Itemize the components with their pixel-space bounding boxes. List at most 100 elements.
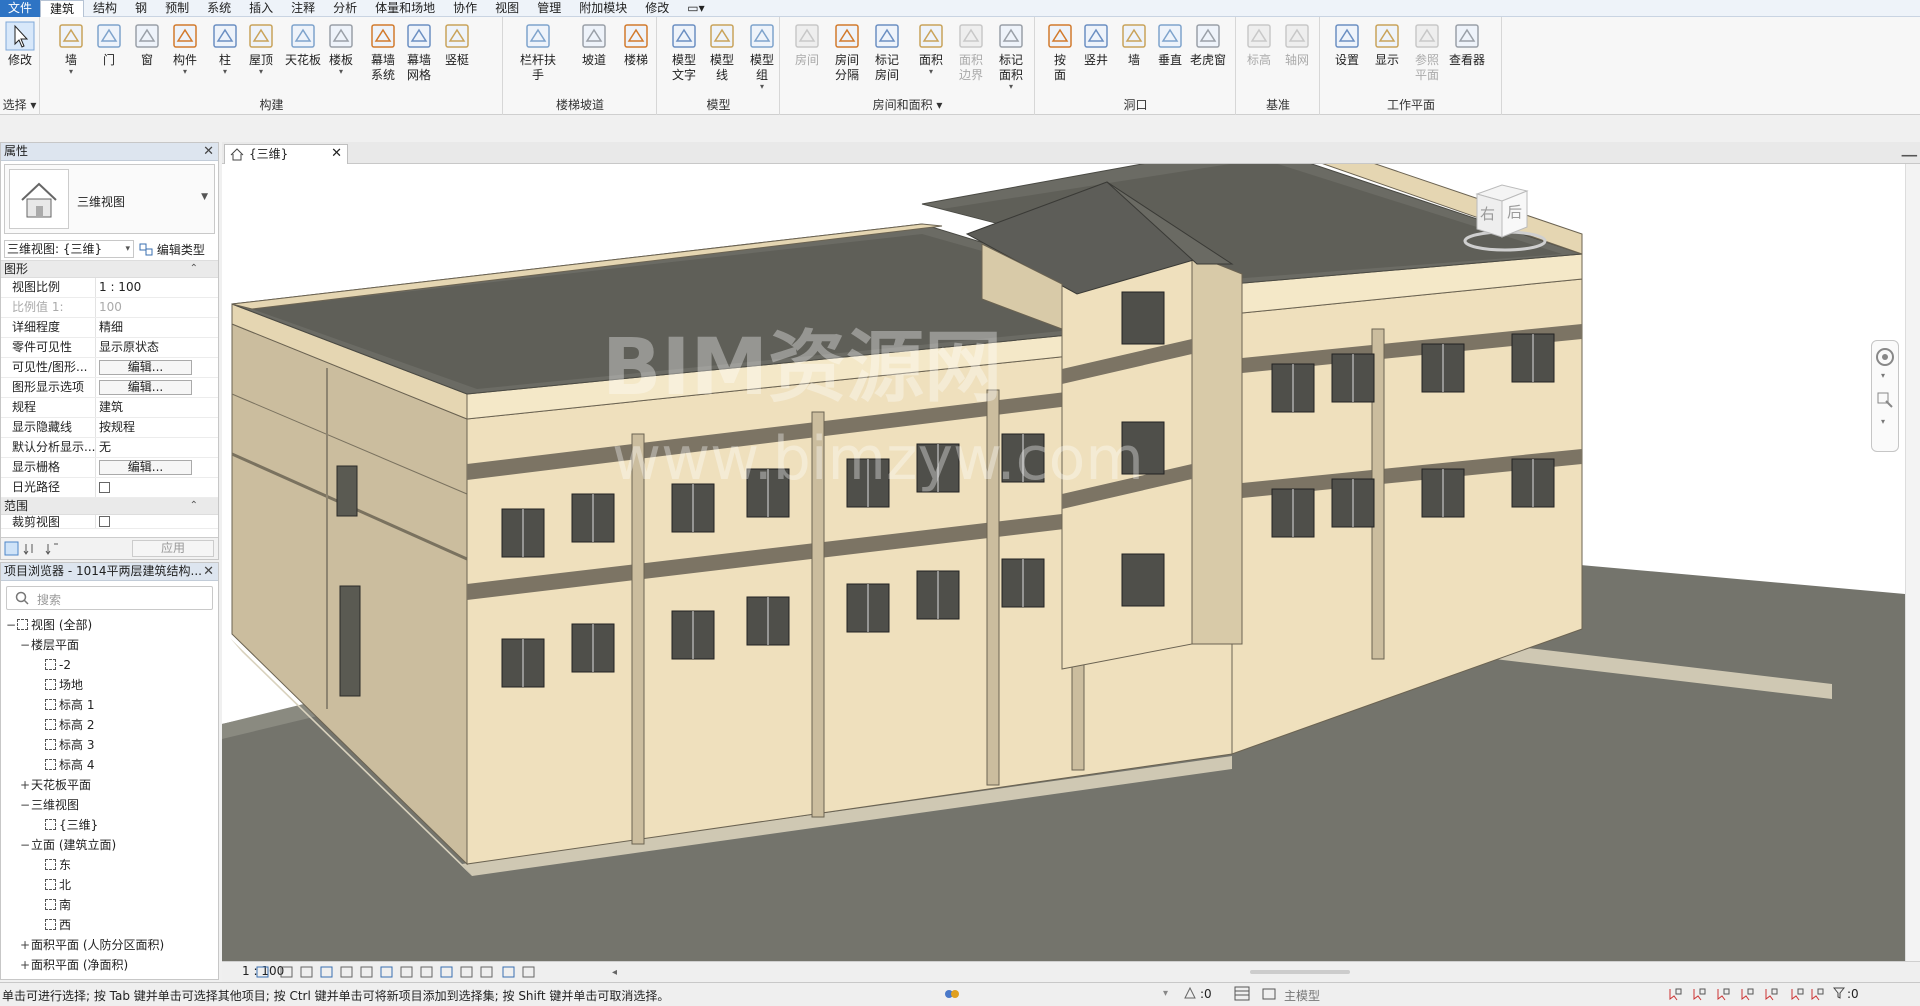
view-control-icon[interactable] [320,965,334,979]
build_tools-tool-2[interactable]: 窗 [127,21,167,68]
type-selector[interactable]: 三维视图 ▼ [4,164,215,234]
filter-icon[interactable] [1832,987,1846,1002]
build_tools-tool-6[interactable]: 天花板 [283,21,323,68]
browser-node[interactable]: 南 [1,895,218,915]
stair_tools-tool-2[interactable]: 楼梯 [616,21,656,68]
tab-3d-view[interactable]: {三维} ✕ [224,144,348,164]
browser-node[interactable]: 北 [1,875,218,895]
browser-node[interactable]: 场地 [1,675,218,695]
view-control-icon[interactable] [280,965,294,979]
room_tools-tool-3[interactable]: 面积 [911,21,951,76]
workplane_tools-tool-1[interactable]: 显示 [1367,21,1407,68]
workplane_tools-tool-3[interactable]: 查看器 [1447,21,1487,68]
edit-button[interactable]: 编辑... [99,460,192,475]
view-control-icon[interactable] [380,965,394,979]
build_tools-tool-5[interactable]: 屋顶 [241,21,281,76]
view-control-icon[interactable] [340,965,354,979]
view-control-icon[interactable] [522,965,536,979]
build_tools-tool-7[interactable]: 楼板 [321,21,361,76]
selection-option-icon[interactable] [1740,987,1754,1004]
grid-icon[interactable] [1234,986,1250,1004]
view-control-icon[interactable] [480,965,494,979]
editable-only-icon[interactable] [1183,986,1197,1003]
model_tools-tool-0[interactable]: 模型 文字 [664,21,704,83]
menu-tab-2[interactable]: 结构 [84,0,126,17]
opening_tools-tool-3[interactable]: 垂直 [1150,21,1190,68]
room_tools-tool-0[interactable]: 房间 [787,21,827,68]
zoom-region-icon[interactable] [1876,391,1894,412]
edit-button[interactable]: 编辑... [99,360,192,375]
room_tools-tool-1[interactable]: 房间 分隔 [827,21,867,83]
build_tools-tool-9[interactable]: 幕墙 网格 [399,21,439,83]
selection-option-icon[interactable] [1810,987,1824,1004]
scroll-left-icon[interactable]: ◂ [612,967,617,978]
vertical-scrollbar[interactable] [1905,164,1920,961]
room_tools-tool-5[interactable]: 标记 面积 [991,21,1031,91]
opening_tools-tool-1[interactable]: 竖井 [1076,21,1116,68]
opening_tools-tool-2[interactable]: 墙 [1114,21,1154,68]
view-control-icon[interactable] [440,965,454,979]
view-instance-dropdown[interactable]: 三维视图: {三维} [4,240,134,258]
zoom-chevron-icon[interactable]: ▾ [1881,417,1885,426]
expand-toggle-icon[interactable]: − [19,795,31,815]
browser-node[interactable]: −立面 (建筑立面) [1,835,218,855]
workplane_tools-tool-2[interactable]: 参照 平面 [1407,21,1447,83]
model-icon[interactable] [1262,986,1278,1004]
menu-tab-11[interactable]: 视图 [486,0,528,17]
menu-tab-6[interactable]: 插入 [240,0,282,17]
design-options-chevron[interactable]: ▾ [1163,988,1168,999]
section-graphics[interactable]: 图形 ⌃ [1,261,218,278]
expand-toggle-icon[interactable]: − [19,635,31,655]
build_tools-tool-10[interactable]: 竖梃 [437,21,477,68]
expand-toggle-icon[interactable]: − [5,615,17,635]
browser-node[interactable]: −三维视图 [1,795,218,815]
modify-button[interactable]: 修改 [2,21,38,68]
build_tools-tool-1[interactable]: 门 [89,21,129,68]
properties-help-icons[interactable] [4,541,64,556]
stair_tools-tool-1[interactable]: 坡道 [574,21,614,68]
menu-tab-3[interactable]: 钢 [126,0,156,17]
stair_tools-tool-0[interactable]: 栏杆扶手 [518,21,558,83]
menu-tab-0[interactable]: 文件 [0,0,41,17]
select-panel-title[interactable]: 选择 ▾ [0,96,39,113]
edit-type-button[interactable]: 编辑类型 [139,241,205,258]
selection-option-icon[interactable] [1764,987,1778,1004]
view-control-icon[interactable] [502,965,516,979]
selection-option-icon[interactable] [1716,987,1730,1004]
view-control-icon[interactable] [300,965,314,979]
selection-option-icon[interactable] [1790,987,1804,1004]
menu-tab-9[interactable]: 体量和场地 [366,0,444,17]
model_tools-tool-2[interactable]: 模型 组 [742,21,782,91]
browser-node[interactable]: −楼层平面 [1,635,218,655]
steering-wheel-icon[interactable] [1875,347,1895,370]
expand-toggle-icon[interactable]: − [19,835,31,855]
browser-node[interactable]: -2 [1,655,218,675]
apply-button[interactable]: 应用 [132,540,214,557]
browser-node[interactable]: {三维} [1,815,218,835]
viewcube-right-face[interactable]: 右 [1480,203,1495,224]
build_tools-tool-8[interactable]: 幕墙 系统 [363,21,403,83]
expand-toggle-icon[interactable]: + [19,775,31,795]
viewcube[interactable]: 右 后 [1457,179,1547,259]
browser-node[interactable]: 东 [1,855,218,875]
menu-tab-13[interactable]: 附加模块 [570,0,636,17]
navbar-chevron-icon[interactable]: ▾ [1881,371,1885,380]
browser-node[interactable]: 西 [1,915,218,935]
browser-search-input[interactable]: 搜索 [6,586,213,610]
menu-tab-12[interactable]: 管理 [528,0,570,17]
view-control-icon[interactable] [256,965,270,979]
expand-toggle-icon[interactable]: + [19,935,31,955]
opening_tools-tool-0[interactable]: 按 面 [1040,21,1080,83]
3d-view-canvas[interactable]: BIM资源网 www.bimzyw.com 右 后 [222,164,1905,961]
edit-button[interactable]: 编辑... [99,380,192,395]
sun-path-checkbox[interactable] [99,482,110,493]
horizontal-scroll-thumb[interactable] [1250,970,1350,974]
expand-toggle-icon[interactable]: + [19,955,31,975]
close-properties-icon[interactable]: ✕ [203,143,214,160]
menu-tab-5[interactable]: 系统 [198,0,240,17]
build_tools-tool-0[interactable]: 墙 [51,21,91,76]
menu-tab-4[interactable]: 预制 [156,0,198,17]
menu-tab-1[interactable]: 建筑 [40,0,85,17]
room-panel-title[interactable]: 房间和面积 ▾ [781,96,1034,113]
opening_tools-tool-4[interactable]: 老虎窗 [1188,21,1228,68]
